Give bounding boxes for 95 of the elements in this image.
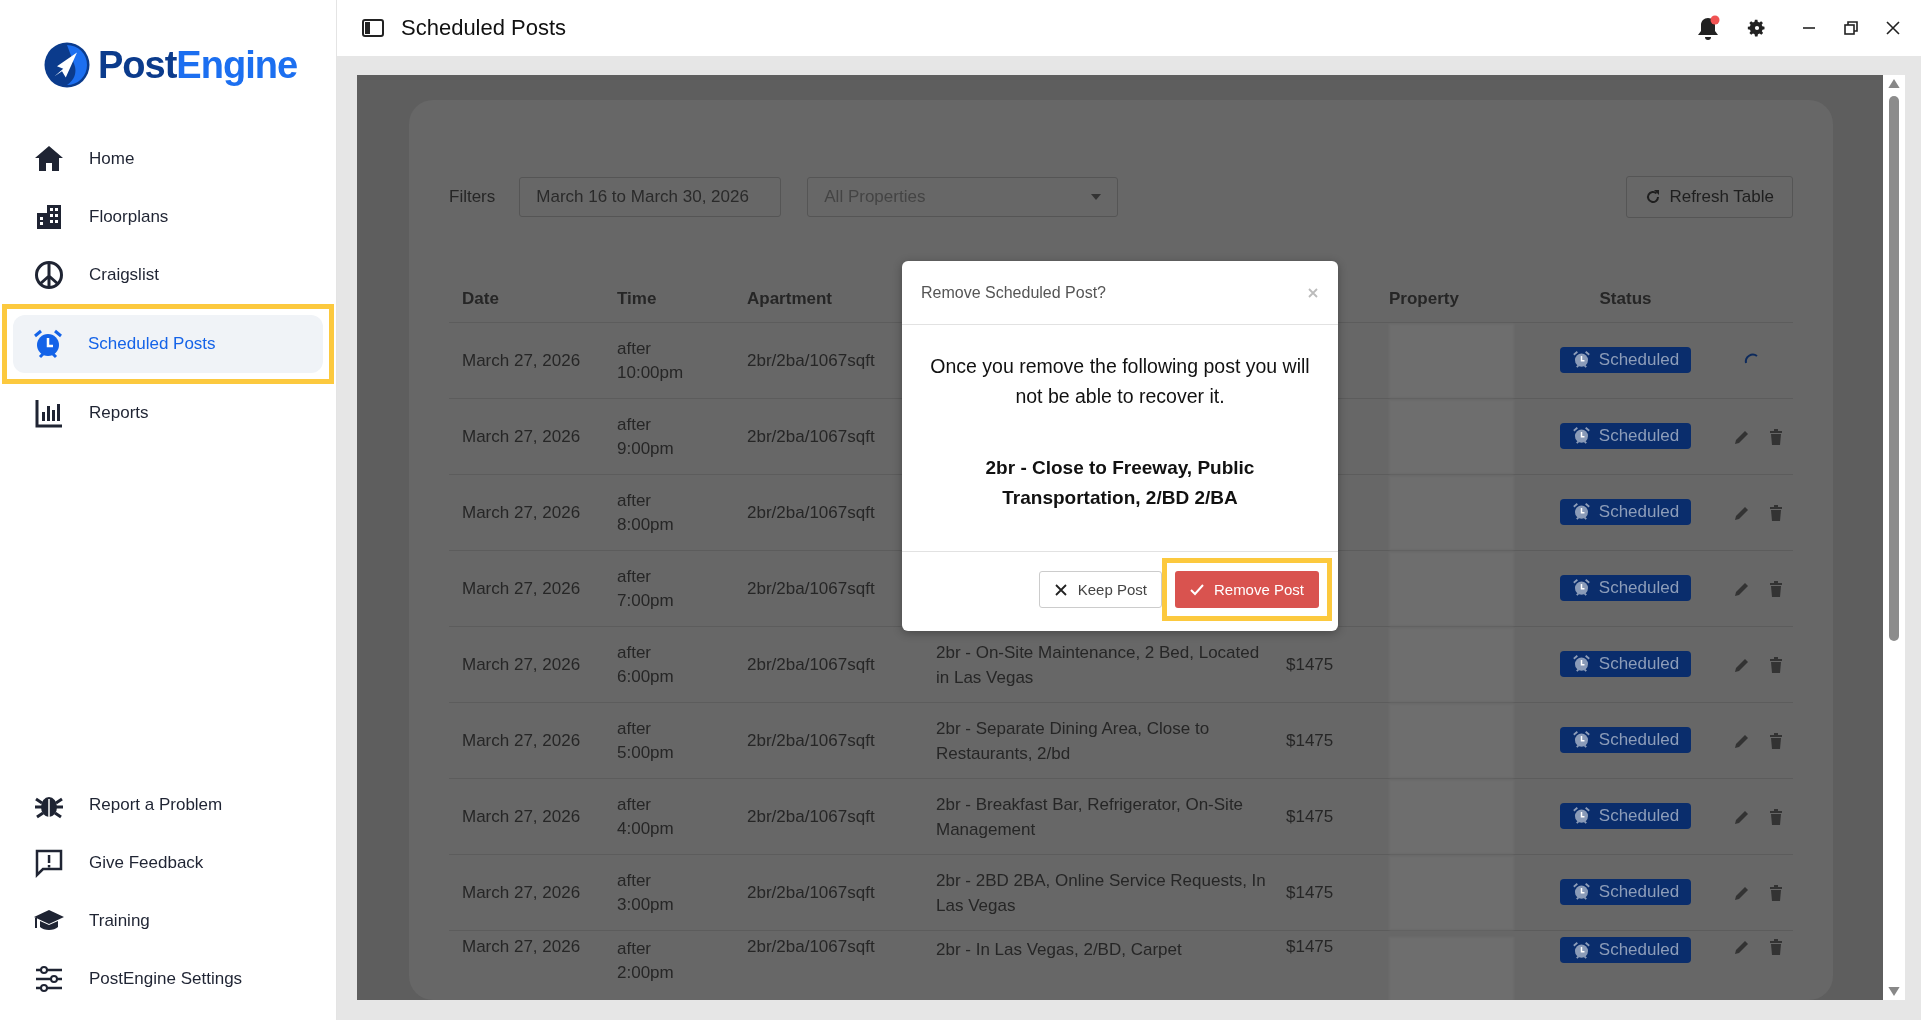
table-cell: 2br/2ba/1067sqft — [747, 350, 875, 370]
alarm-clock-icon — [1571, 578, 1591, 598]
scroll-down-icon[interactable] — [1888, 987, 1900, 996]
table-cell: $1475 — [1286, 882, 1334, 902]
alarm-clock-icon — [1571, 654, 1591, 674]
column-header: Date — [462, 289, 499, 308]
status-badge: Scheduled — [1559, 802, 1692, 829]
scrollbar-thumb[interactable] — [1889, 96, 1899, 641]
status-badge: Scheduled — [1559, 726, 1692, 753]
status-badge: Scheduled — [1559, 937, 1692, 963]
column-header: Status — [1599, 289, 1652, 308]
table-cell-text: after 6:00pm — [617, 641, 675, 688]
status-badge: Scheduled — [1559, 574, 1692, 601]
status-badge: Scheduled — [1559, 346, 1692, 373]
alarm-clock-icon — [1571, 426, 1591, 446]
restore-icon[interactable] — [1843, 20, 1859, 36]
alarm-clock-icon — [32, 328, 64, 360]
table-cell: March 27, 2026 — [462, 426, 581, 446]
table-cell: $1475 — [1286, 730, 1334, 750]
table-cell: 2br/2ba/1067sqft — [747, 730, 875, 750]
alarm-clock-icon — [1571, 882, 1591, 902]
table-cell: March 27, 2026 — [462, 806, 581, 826]
sidebar-toggle-icon[interactable] — [362, 19, 384, 37]
table-cell: 2br/2ba/1067sqft — [747, 426, 875, 446]
filters-label: Filters — [449, 187, 496, 207]
close-icon[interactable] — [1885, 20, 1901, 36]
table-cell-text: after 5:00pm — [617, 717, 675, 764]
table-cell: 2br/2ba/1067sqft — [747, 502, 875, 522]
bar-chart-icon — [33, 397, 65, 429]
table-cell: March 27, 2026 — [462, 882, 581, 902]
cancel-button[interactable]: Keep Post — [1038, 571, 1162, 608]
table-cell: $1475 — [1286, 654, 1334, 674]
table-cell-text: after 7:00pm — [617, 565, 675, 612]
sidebar-item[interactable]: PostEngine Settings — [14, 950, 322, 1008]
scroll-up-icon[interactable] — [1888, 79, 1900, 88]
settings-icon[interactable] — [1747, 18, 1767, 38]
status-badge: Scheduled — [1559, 422, 1692, 449]
status-badge: Scheduled — [1559, 498, 1692, 525]
alarm-clock-icon — [1571, 940, 1591, 960]
sidebar-item[interactable]: Give Feedback — [14, 834, 322, 892]
table-cell: $1475 — [1286, 806, 1334, 826]
table-cell: 2br/2ba/1067sqft — [747, 578, 875, 598]
status-badge: Scheduled — [1559, 650, 1692, 677]
table-cell: 2br/2ba/1067sqft — [747, 806, 875, 826]
table-cell-text: 2br - In Las Vegas, 2/BD, Carpet — [936, 939, 1183, 961]
table-cell-text: after 2:00pm — [617, 938, 675, 984]
table-cell: March 27, 2026 — [462, 654, 581, 674]
table-cell: March 27, 2026 — [462, 502, 581, 522]
table-cell-text: 2br - 2BD 2BA, Online Service Requests, In Las Vegas — [936, 869, 1267, 917]
bell-icon[interactable] — [1695, 15, 1721, 41]
table-cell: March 27, 2026 — [462, 578, 581, 598]
sidebar-item[interactable]: Home — [14, 130, 322, 188]
sidebar-item[interactable]: Reports — [14, 384, 322, 442]
table-cell: March 27, 2026 — [462, 350, 581, 370]
sidebar-item[interactable]: Floorplans — [14, 188, 322, 246]
column-header: Apartment — [747, 289, 832, 308]
caret-icon — [1091, 194, 1102, 200]
page-title: Scheduled Posts — [401, 15, 567, 41]
table-cell: 2br/2ba/1067sqft — [747, 654, 875, 674]
table-cell: $1475 — [1286, 937, 1334, 956]
table-cell-text: 2br - Separate Dining Area, Close to Restaurants, 2/bd — [936, 717, 1211, 765]
table-cell-text: after 10:00pm — [617, 337, 685, 384]
alarm-clock-icon — [1571, 730, 1591, 750]
sidebar-item[interactable]: Training — [14, 892, 322, 950]
peace-sign-icon — [33, 259, 65, 291]
table-cell: March 27, 2026 — [462, 937, 581, 956]
table-cell-text: after 4:00pm — [617, 793, 675, 840]
post-title: 2br - Close to Freeway, Public Transportation, 2/BD 2/BA — [984, 456, 1256, 510]
x-icon — [1053, 582, 1068, 597]
refresh-icon — [1645, 189, 1662, 205]
table-cell: 2br/2ba/1067sqft — [747, 882, 875, 902]
logo-text: PostEngine — [98, 43, 298, 87]
table-cell: March 27, 2026 — [462, 730, 581, 750]
table-cell-text: after 8:00pm — [617, 489, 675, 536]
sidebar-item[interactable]: Report a Problem — [14, 776, 322, 834]
alarm-clock-icon — [1571, 502, 1591, 522]
table-cell-text: after 3:00pm — [617, 869, 675, 916]
status-badge: Scheduled — [1559, 878, 1692, 905]
table-cell-text: 2br - Breakfast Bar, Refrigerator, On-Site Management — [936, 793, 1245, 841]
remove-button[interactable]: Remove Post — [1174, 571, 1319, 608]
dialog-message: Once you remove the following post you will not be able to recover it. — [929, 354, 1311, 409]
column-header: Time — [617, 289, 657, 308]
sliders-icon — [33, 963, 65, 995]
checkmark-icon — [1189, 582, 1204, 597]
logo-icon — [42, 40, 92, 90]
alarm-clock-icon — [1571, 350, 1591, 370]
alarm-clock-icon — [1571, 806, 1591, 826]
sidebar-item[interactable]: Scheduled Posts — [13, 315, 323, 373]
table-cell-text: after 9:00pm — [617, 413, 675, 460]
table-cell: 2br/2ba/1067sqft — [747, 937, 875, 956]
sidebar-item[interactable]: Craigslist — [14, 246, 322, 304]
feedback-icon — [33, 847, 65, 879]
column-header: Property — [1389, 289, 1459, 308]
dialog-title: Remove Scheduled Post? — [921, 283, 1106, 302]
table-cell-text: 2br - On-Site Maintenance, 2 Bed, Located in Las Vegas — [936, 641, 1261, 689]
